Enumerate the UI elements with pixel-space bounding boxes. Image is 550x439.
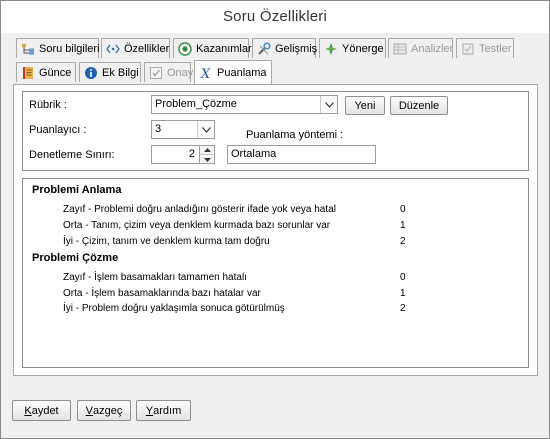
criterion-title: Problemi Anlama (32, 184, 122, 196)
row-description: Zayıf - Problemi doğru anladığını göster… (63, 204, 336, 215)
help-mnemonic: Y (145, 404, 154, 417)
tab-label: Özellikler (124, 42, 170, 55)
rubric-label: Rübrik : (29, 99, 67, 111)
spin-down-icon[interactable] (200, 155, 214, 164)
tab-label: Onay (167, 66, 194, 79)
criterion-title: Problemi Çözme (32, 252, 119, 264)
scoring-method-label: Puanlama yöntemi : (246, 129, 344, 141)
cancel-mnemonic: V (85, 404, 93, 417)
tab-label: Yönerge (342, 42, 384, 55)
info-tree-icon (20, 42, 36, 56)
tab-yonerge[interactable]: Yönerge (319, 38, 386, 58)
spinner-buttons (200, 145, 215, 164)
chevron-down-icon[interactable] (320, 96, 337, 113)
rubric-select[interactable]: Problem_Çözme (151, 95, 338, 114)
tab-onay[interactable]: Onay (144, 62, 194, 82)
tab-analizler[interactable]: Analizler (388, 38, 453, 58)
spin-up-icon[interactable] (200, 146, 214, 155)
compass-icon (323, 42, 339, 56)
scorer-select[interactable]: 3 (151, 120, 215, 139)
tab-label: Kazanımlar (196, 42, 252, 55)
tab-label: Testler (479, 42, 512, 55)
row-description: Orta - Tanım, çizim veya denklem kurmada… (63, 220, 331, 231)
limit-value[interactable]: 2 (151, 145, 200, 164)
help-button[interactable]: Yardım (136, 400, 191, 421)
title-bar: Soru Özellikleri (1, 1, 549, 33)
row-description: İyi - Problem doğru yaklaşımla sonuca gö… (63, 303, 285, 314)
tab-ek-bilgi[interactable]: Ek Bilgi (79, 62, 141, 82)
tab-label: Soru bilgileri (39, 42, 100, 55)
row-points: 2 (400, 303, 406, 314)
row-points: 0 (400, 272, 406, 283)
tab-kazanimlar[interactable]: Kazanımlar (173, 38, 252, 58)
dialog-window: Soru Özellikleri Soru bilgileri Özellikl… (0, 0, 550, 439)
tab-soru-bilgileri[interactable]: Soru bilgileri (16, 38, 100, 58)
table-icon (392, 42, 408, 56)
tab-label: Analizler (411, 42, 454, 55)
scorer-label: Puanlayıcı : (29, 124, 87, 136)
notebook-icon (20, 66, 36, 80)
row-points: 1 (400, 220, 406, 231)
scoring-method-field[interactable]: Ortalama (227, 145, 376, 164)
test-icon (460, 42, 476, 56)
formula-icon: X (198, 66, 214, 80)
new-rubric-button[interactable]: Yeni (345, 96, 385, 115)
tab-testler[interactable]: Testler (456, 38, 514, 58)
tab-gelismis[interactable]: Gelişmiş (252, 38, 318, 58)
edit-rubric-button[interactable]: Düzenle (390, 96, 448, 115)
row-points: 1 (400, 288, 406, 299)
tab-label: Gelişmiş (275, 42, 318, 55)
tab-puanlama[interactable]: X Puanlama (194, 60, 272, 84)
tab-label: Günce (39, 66, 72, 79)
checkbox-icon (148, 66, 164, 80)
tab-label: Puanlama (217, 66, 267, 79)
row-description: Orta - İşlem basamaklarında bazı hatalar… (63, 288, 261, 299)
row-points: 2 (400, 236, 406, 247)
chevron-down-icon[interactable] (197, 121, 214, 138)
rubric-select-value: Problem_Çözme (155, 98, 237, 110)
tab-gunce[interactable]: Günce (16, 62, 76, 82)
save-button[interactable]: Kaydet (12, 400, 71, 421)
svg-text:X: X (200, 67, 211, 80)
limit-label: Denetleme Sınırı: (29, 149, 115, 161)
tab-ozellikler[interactable]: Özellikler (101, 38, 170, 58)
info-circle-icon (83, 66, 99, 80)
row-description: Zayıf - İşlem basamakları tamamen hatalı (63, 272, 247, 283)
help-label: ardım (153, 404, 182, 417)
row-points: 0 (400, 204, 406, 215)
tools-icon (256, 41, 272, 56)
code-brackets-icon (105, 42, 121, 56)
tab-label: Ek Bilgi (102, 66, 139, 79)
target-icon (177, 41, 193, 56)
cancel-label: azgeç (92, 404, 123, 417)
save-label: aydet (31, 404, 59, 417)
cancel-button[interactable]: Vazgeç (77, 400, 131, 421)
window-title: Soru Özellikleri (222, 8, 328, 25)
limit-spinner[interactable]: 2 (151, 145, 215, 164)
save-mnemonic: K (24, 404, 32, 417)
scorer-select-value: 3 (155, 123, 162, 135)
row-description: İyi - Çizim, tanım ve denklem kurma tam … (63, 236, 270, 247)
